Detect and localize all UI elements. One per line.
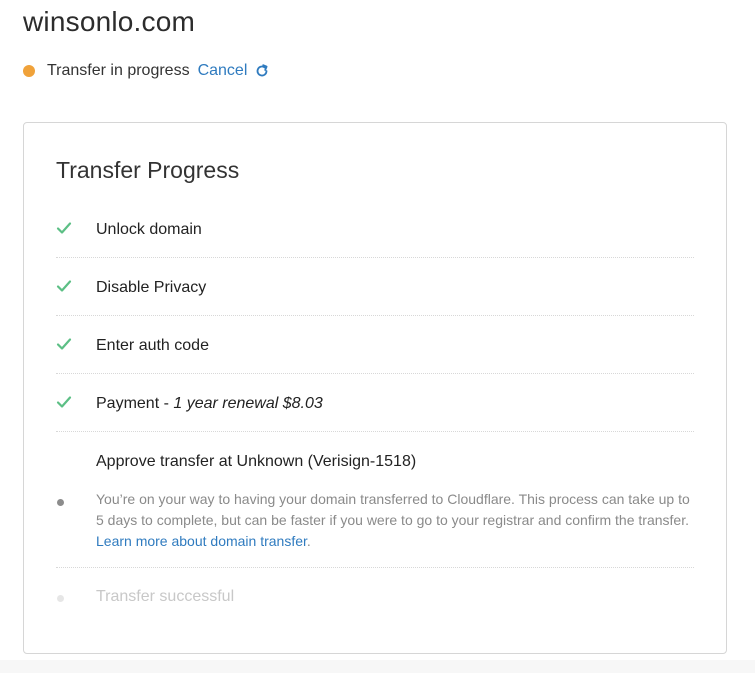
cancel-link[interactable]: Cancel: [198, 62, 248, 80]
refresh-icon[interactable]: [255, 64, 269, 78]
step-disable-privacy: Disable Privacy: [56, 258, 694, 316]
step-label: Unlock domain: [96, 221, 202, 238]
card-title: Transfer Progress: [56, 157, 240, 183]
step-label: Payment - 1 year renewal $8.03: [96, 395, 323, 413]
step-transfer-successful: Transfer successful: [56, 568, 694, 628]
description-end: .: [306, 533, 311, 549]
domain-title: winsonlo.com: [23, 6, 196, 37]
status-indicator-dot: [23, 65, 35, 77]
step-label: Approve transfer at Unknown (Verisign-15…: [96, 453, 417, 470]
step-approve-transfer: Approve transfer at Unknown (Verisign-15…: [56, 432, 694, 568]
step-payment: Payment - 1 year renewal $8.03: [56, 374, 694, 432]
learn-more-link[interactable]: Learn more about domain transfer: [96, 533, 307, 549]
checkmark-icon: [56, 394, 72, 410]
payment-label: Payment -: [96, 395, 174, 412]
step-unlock-domain: Unlock domain: [56, 200, 694, 258]
page-bottom-edge: [0, 660, 755, 673]
step-label: Enter auth code: [96, 337, 209, 354]
checkmark-icon: [56, 278, 72, 294]
payment-detail: 1 year renewal $8.03: [173, 395, 323, 412]
status-text: Transfer in progress: [47, 62, 190, 79]
step-label: Disable Privacy: [96, 279, 207, 296]
progress-steps: Unlock domain Disable Privacy Enter auth…: [56, 200, 694, 628]
step-label: Transfer successful: [96, 588, 235, 605]
step-enter-auth-code: Enter auth code: [56, 316, 694, 374]
description-text: You’re on your way to having your domain…: [96, 491, 690, 528]
pending-step-dot: [57, 595, 64, 602]
checkmark-icon: [56, 220, 72, 236]
transfer-progress-card: Transfer Progress Unlock domain Disable …: [23, 122, 727, 654]
step-description: You’re on your way to having your domain…: [96, 489, 696, 552]
checkmark-icon: [56, 336, 72, 352]
current-step-dot: [57, 499, 64, 506]
transfer-status: Transfer in progress Cancel: [23, 60, 269, 82]
